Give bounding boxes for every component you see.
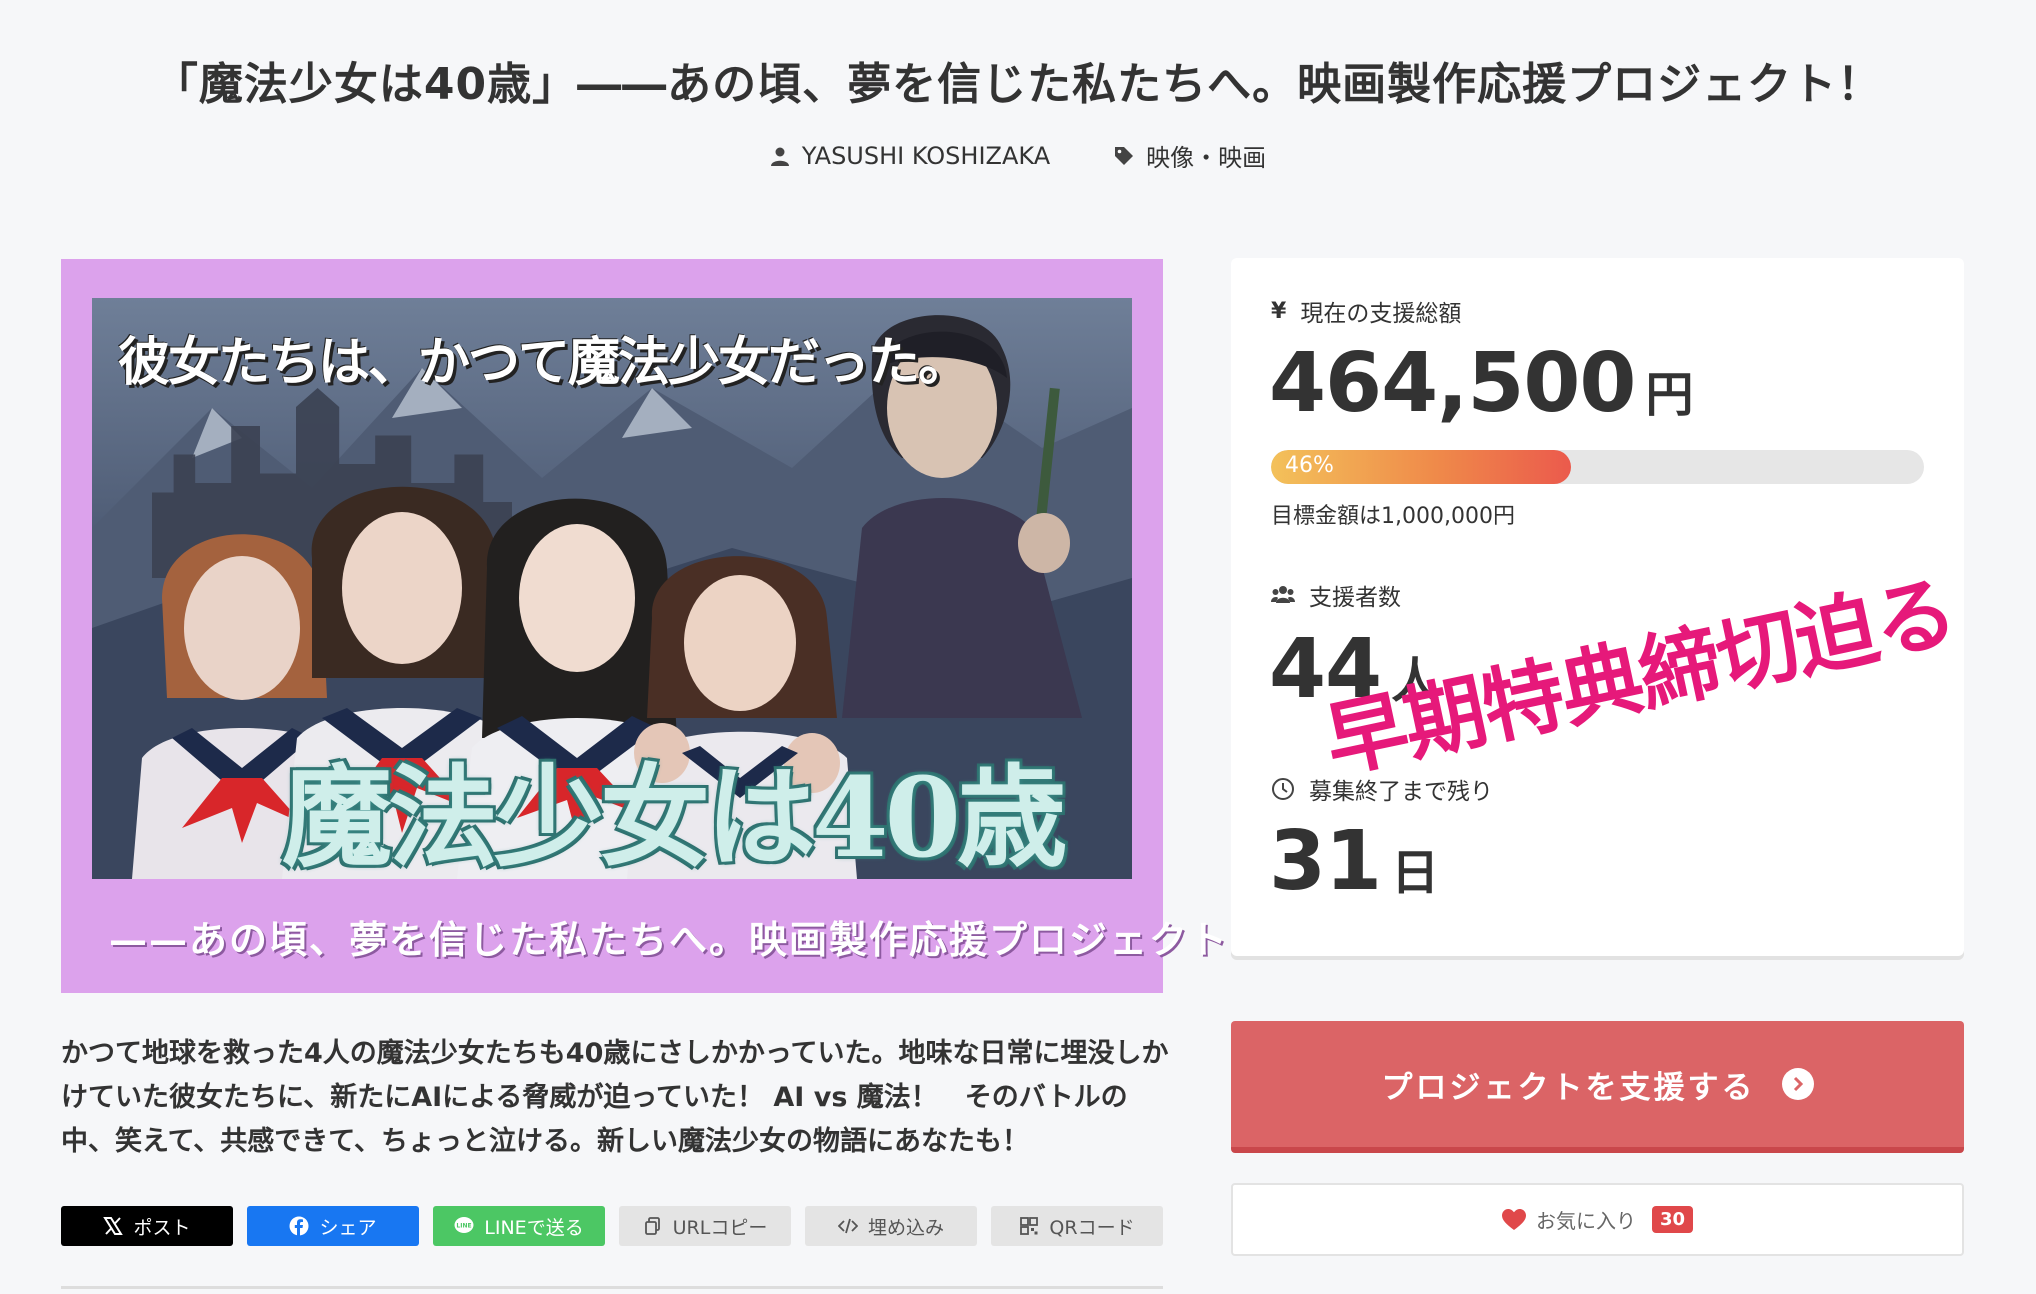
code-icon	[837, 1218, 858, 1234]
category-name: 映像・映画	[1146, 144, 1267, 172]
total-amount: 464,500 円	[1269, 336, 1694, 431]
embed-label: 埋め込み	[867, 1216, 944, 1239]
project-description: かつて地球を救った4人の魔法少女たちも40歳にさしかかっていた。地味な日常に埋没…	[61, 1038, 1169, 1157]
copy-icon	[644, 1217, 660, 1235]
author-link[interactable]: YASUSHI KOSHIZAKA	[770, 138, 1050, 173]
favorite-label: お気に入り	[1535, 1209, 1636, 1233]
user-icon	[770, 147, 789, 166]
category-link[interactable]: 映像・映画	[1114, 138, 1266, 173]
progress-bar: 46%	[1271, 450, 1924, 484]
qr-code-icon	[1020, 1217, 1039, 1235]
remaining-days: 31 日	[1269, 814, 1439, 909]
yen-icon: ¥	[1271, 298, 1287, 324]
users-icon	[1271, 586, 1295, 603]
support-project-label: プロジェクトを支援する	[1381, 1069, 1756, 1106]
heart-icon	[1501, 1208, 1526, 1230]
early-bird-stamp: 早期特典締切迫る	[1317, 564, 1963, 791]
facebook-icon	[289, 1216, 309, 1236]
project-meta: YASUSHI KOSHIZAKA 映像・映画	[0, 138, 2036, 173]
total-amount-label: 現在の支援総額	[1300, 301, 1462, 327]
tag-icon	[1115, 146, 1134, 165]
hero-subtitle: ——あの頃、夢を信じた私たちへ。映画製作応援プロジェクト！	[109, 917, 1270, 962]
share-facebook-label: シェア	[319, 1216, 377, 1239]
backers-label: 支援者数	[1309, 585, 1401, 611]
share-buttons: ポスト シェア LINE LINEで送る URLコピー 埋め込み QRコード	[61, 1206, 1163, 1246]
qr-code-button[interactable]: QRコード	[991, 1206, 1163, 1246]
hero-logo-text: 魔法少女は40歳	[282, 753, 1067, 879]
goal-amount: 目標金額は1,000,000円	[1271, 504, 1515, 529]
page-title: 「魔法少女は40歳」――あの頃、夢を信じた私たちへ。映画製作応援プロジェクト！	[153, 59, 1883, 110]
line-icon: LINE	[454, 1217, 474, 1233]
share-x-button[interactable]: ポスト	[61, 1206, 233, 1246]
hero-tagline: 彼女たちは、かつて魔法少女だった。	[118, 332, 970, 393]
author-name: YASUSHI KOSHIZAKA	[801, 141, 1051, 170]
svg-text:LINE: LINE	[457, 1223, 472, 1230]
chevron-right-icon	[1781, 1068, 1814, 1100]
embed-button[interactable]: 埋め込み	[805, 1206, 977, 1246]
favorite-count-badge: 30	[1651, 1206, 1694, 1233]
qr-code-label: QRコード	[1049, 1216, 1135, 1239]
share-facebook-button[interactable]: シェア	[247, 1206, 419, 1246]
remaining-unit: 日	[1391, 845, 1439, 901]
funding-stats-card: ¥ 現在の支援総額 464,500 円 46% 目標金額は1,000,000円 支…	[1231, 258, 1964, 956]
total-amount-label-row: ¥ 現在の支援総額	[1271, 294, 1461, 328]
x-logo-icon	[103, 1217, 124, 1235]
copy-url-label: URLコピー	[672, 1216, 768, 1239]
progress-percent: 46%	[1285, 453, 1334, 478]
total-amount-unit: 円	[1645, 367, 1693, 423]
support-project-button[interactable]: プロジェクトを支援する	[1231, 1021, 1964, 1153]
total-amount-value: 464,500	[1269, 336, 1636, 431]
clock-icon	[1272, 778, 1294, 800]
progress-fill: 46%	[1271, 450, 1572, 484]
copy-url-button[interactable]: URLコピー	[619, 1206, 791, 1246]
remaining-value: 31	[1269, 814, 1382, 909]
share-line-button[interactable]: LINE LINEで送る	[433, 1206, 605, 1246]
favorite-button[interactable]: お気に入り 30	[1231, 1183, 1964, 1256]
project-main-image: 彼女たちは、かつて魔法少女だった。 魔法少女は40歳 ——あの頃、夢を信じた私た…	[61, 259, 1267, 993]
hero-photo: 彼女たちは、かつて魔法少女だった。 魔法少女は40歳	[92, 298, 1132, 879]
backers-label-row: 支援者数	[1271, 578, 1401, 612]
divider	[61, 1286, 1163, 1289]
share-x-label: ポスト	[133, 1216, 191, 1239]
share-line-label: LINEで送る	[484, 1216, 584, 1239]
